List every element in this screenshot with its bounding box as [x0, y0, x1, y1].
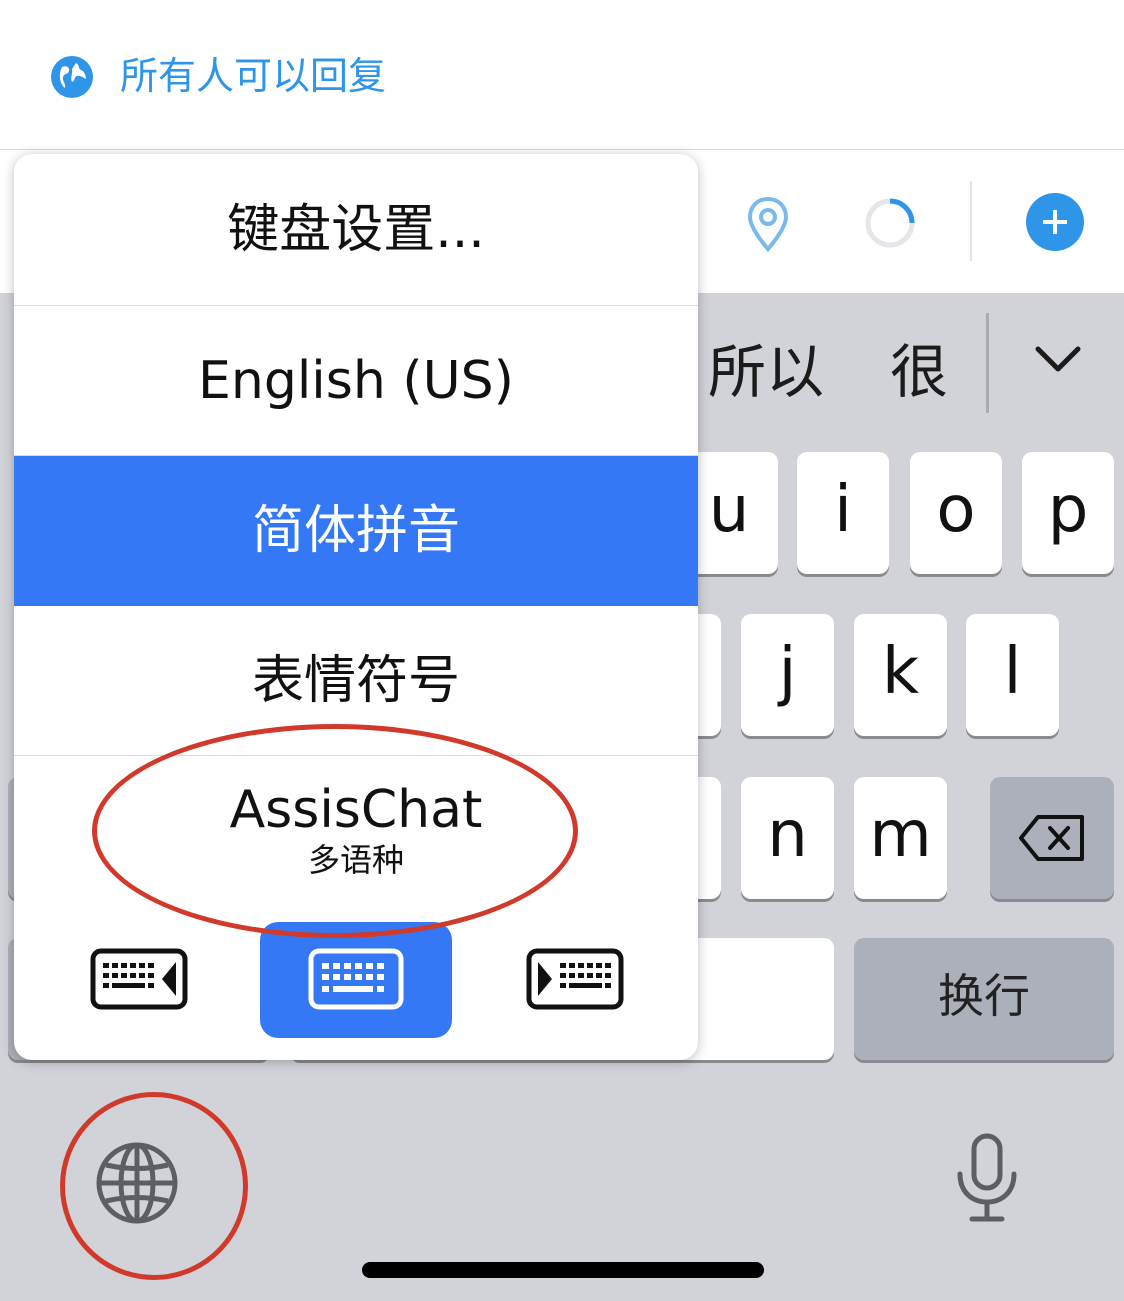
microphone-icon	[957, 1133, 1017, 1222]
key-i[interactable]: i	[797, 452, 889, 574]
key-p[interactable]: p	[1022, 452, 1114, 574]
keyboard-right-button[interactable]	[526, 948, 624, 1010]
chevron-down-icon[interactable]	[1030, 331, 1086, 387]
globe-key[interactable]	[92, 1138, 182, 1228]
candidate-word[interactable]: 很	[890, 337, 948, 407]
keyboard-left-button[interactable]	[90, 948, 188, 1010]
progress-ring-icon[interactable]	[864, 197, 916, 249]
menu-item-label: 简体拼音	[251, 501, 460, 561]
globe-icon	[51, 56, 93, 98]
menu-item-label: AssisChat	[229, 780, 483, 840]
reply-permission-label: 所有人可以回复	[120, 54, 387, 98]
menu-item-label: 键盘设置...	[227, 200, 485, 260]
key-o[interactable]: o	[910, 452, 1002, 574]
menu-item-emoji[interactable]: 表情符号	[14, 606, 698, 756]
input-method-menu: 键盘设置... English (US) 简体拼音 表情符号 AssisChat…	[14, 154, 698, 1060]
key-n[interactable]: n	[741, 777, 834, 899]
menu-item-label: English (US)	[198, 351, 514, 411]
keyboard-left-icon	[90, 948, 188, 1010]
add-circle-icon[interactable]	[1025, 192, 1085, 252]
backspace-icon	[1019, 815, 1084, 861]
dictation-key[interactable]	[952, 1132, 1022, 1224]
location-pin-icon[interactable]	[744, 195, 792, 253]
menu-item-label: 表情符号	[251, 651, 460, 711]
menu-item-simplified-pinyin[interactable]: 简体拼音	[14, 456, 698, 606]
keyboard-full-icon	[308, 948, 404, 1010]
return-key[interactable]: 换行	[854, 938, 1114, 1060]
key-j[interactable]: j	[741, 614, 834, 736]
key-k[interactable]: k	[854, 614, 947, 736]
menu-item-sublabel: 多语种	[307, 841, 404, 879]
menu-item-english-us[interactable]: English (US)	[14, 306, 698, 456]
keyboard-right-icon	[526, 948, 624, 1010]
menu-item-assischat[interactable]: AssisChat 多语种	[14, 756, 698, 906]
reply-permission-bar[interactable]: 所有人可以回复	[0, 0, 1124, 150]
candidate-divider	[986, 313, 989, 413]
toolbar-divider	[970, 181, 972, 261]
globe-icon	[96, 1142, 178, 1224]
candidate-word[interactable]: 所以	[708, 337, 824, 407]
delete-key[interactable]	[990, 777, 1114, 899]
key-l[interactable]: l	[966, 614, 1059, 736]
keyboard-full-button[interactable]	[260, 922, 452, 1038]
home-indicator[interactable]	[362, 1262, 764, 1278]
key-m[interactable]: m	[854, 777, 947, 899]
menu-item-keyboard-settings[interactable]: 键盘设置...	[14, 154, 698, 306]
